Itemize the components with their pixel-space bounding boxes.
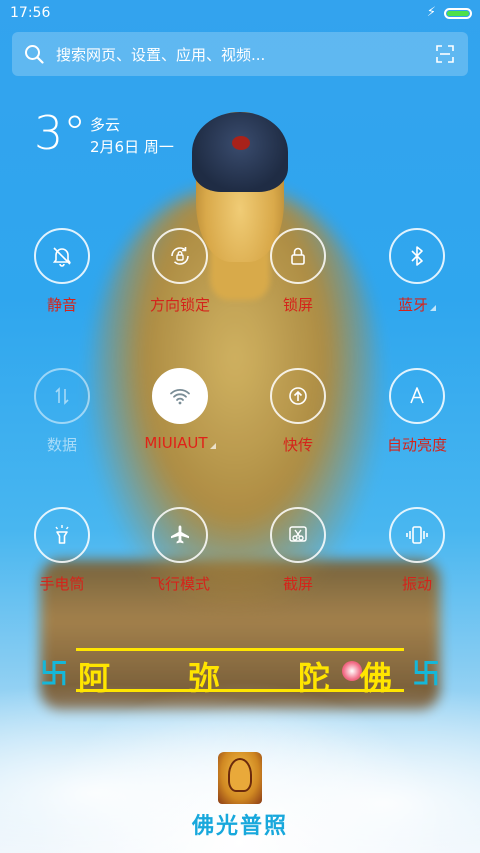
swastika-symbol-right: 卐 bbox=[411, 657, 440, 690]
vibrate-icon bbox=[406, 526, 428, 544]
lock-icon bbox=[291, 247, 305, 265]
toggle-label: 快传 bbox=[282, 436, 313, 454]
toggle-circle[interactable] bbox=[270, 507, 326, 563]
toggle-label: 手电筒 bbox=[39, 575, 85, 593]
banner-char: 阿 bbox=[78, 659, 111, 697]
toggle-circle[interactable] bbox=[389, 507, 445, 563]
toggle-label: 锁屏 bbox=[282, 296, 313, 314]
toggle-wifi[interactable]: MIUIAUT bbox=[125, 368, 235, 452]
toggle-label: 飞行模式 bbox=[149, 575, 210, 593]
wifi-icon bbox=[170, 389, 190, 405]
toggle-label: 方向锁定 bbox=[149, 296, 210, 314]
swastika-symbol-left: 卐 bbox=[40, 657, 69, 690]
toggle-lock-screen[interactable]: 锁屏 bbox=[243, 228, 353, 315]
toggle-circle[interactable] bbox=[389, 228, 445, 284]
toggle-screenshot[interactable]: 截屏 bbox=[243, 507, 353, 594]
status-bar: 17:56 ⚡ bbox=[0, 0, 480, 28]
status-time: 17:56 bbox=[10, 5, 51, 21]
bolt-icon: ⚡ bbox=[426, 5, 436, 20]
toggle-circle[interactable] bbox=[34, 228, 90, 284]
toggle-circle[interactable] bbox=[34, 368, 90, 424]
toggle-rotation-lock[interactable]: 方向锁定 bbox=[125, 228, 235, 315]
lotus-icon bbox=[342, 661, 362, 681]
toggle-label: 静音 bbox=[46, 296, 77, 314]
search-placeholder: 搜索网页、设置、应用、视频... bbox=[56, 46, 266, 64]
toggle-flashlight[interactable]: 手电筒 bbox=[7, 507, 117, 594]
weather-widget[interactable]: 3° 多云 2月6日 周一 bbox=[34, 106, 174, 160]
toggle-auto-brightness[interactable]: 自动亮度 bbox=[362, 368, 472, 455]
toggle-circle[interactable] bbox=[152, 228, 208, 284]
weather-condition: 多云 bbox=[90, 116, 121, 134]
toggle-label: MIUIAUT bbox=[125, 434, 235, 452]
toggle-quick-transfer[interactable]: 快传 bbox=[243, 368, 353, 455]
toggle-airplane-mode[interactable]: 飞行模式 bbox=[125, 507, 235, 594]
toggle-circle[interactable] bbox=[270, 228, 326, 284]
banner-char: 陀 bbox=[298, 659, 331, 697]
toggle-vibrate[interactable]: 振动 bbox=[362, 507, 472, 594]
toggle-label: 蓝牙 bbox=[362, 294, 472, 315]
mobile-data-icon bbox=[55, 387, 69, 405]
toggle-label: 截屏 bbox=[282, 575, 313, 593]
banner-text: 阿 弥 陀 佛 bbox=[76, 648, 404, 697]
toggle-circle[interactable] bbox=[152, 507, 208, 563]
battery-icon bbox=[444, 8, 472, 19]
auto-brightness-icon bbox=[410, 387, 424, 404]
buddha-icon[interactable] bbox=[218, 752, 262, 804]
toggle-circle[interactable] bbox=[34, 507, 90, 563]
more-indicator-icon bbox=[430, 305, 436, 311]
bell-off-icon bbox=[52, 247, 72, 267]
app-label[interactable]: 佛光普照 bbox=[180, 808, 300, 840]
bluetooth-icon bbox=[411, 246, 423, 266]
search-bar[interactable]: 搜索网页、设置、应用、视频... bbox=[12, 32, 468, 76]
upload-icon bbox=[289, 387, 307, 405]
flashlight-icon bbox=[55, 525, 69, 544]
rotation-lock-icon bbox=[171, 247, 189, 265]
banner-char: 佛 bbox=[360, 659, 393, 697]
toggle-label: 数据 bbox=[46, 436, 77, 454]
weather-temperature: 3° bbox=[34, 106, 87, 160]
weather-date: 2月6日 周一 bbox=[90, 138, 174, 156]
toggle-label: 自动亮度 bbox=[386, 436, 447, 454]
toggle-silent[interactable]: 静音 bbox=[7, 228, 117, 315]
scan-icon[interactable] bbox=[436, 45, 454, 63]
toggle-circle[interactable] bbox=[270, 368, 326, 424]
scissors-icon bbox=[289, 526, 307, 542]
toggle-mobile-data[interactable]: 数据 bbox=[7, 368, 117, 455]
airplane-icon bbox=[171, 525, 189, 544]
toggle-bluetooth[interactable]: 蓝牙 bbox=[362, 228, 472, 315]
banner-char: 弥 bbox=[188, 659, 221, 697]
more-indicator-icon bbox=[209, 443, 216, 449]
amitabha-banner: 卐 阿 弥 陀 佛 卐 bbox=[40, 648, 440, 697]
toggle-circle[interactable] bbox=[389, 368, 445, 424]
search-icon bbox=[25, 45, 44, 64]
toggle-circle[interactable] bbox=[152, 368, 208, 424]
toggle-label: 振动 bbox=[401, 575, 432, 593]
